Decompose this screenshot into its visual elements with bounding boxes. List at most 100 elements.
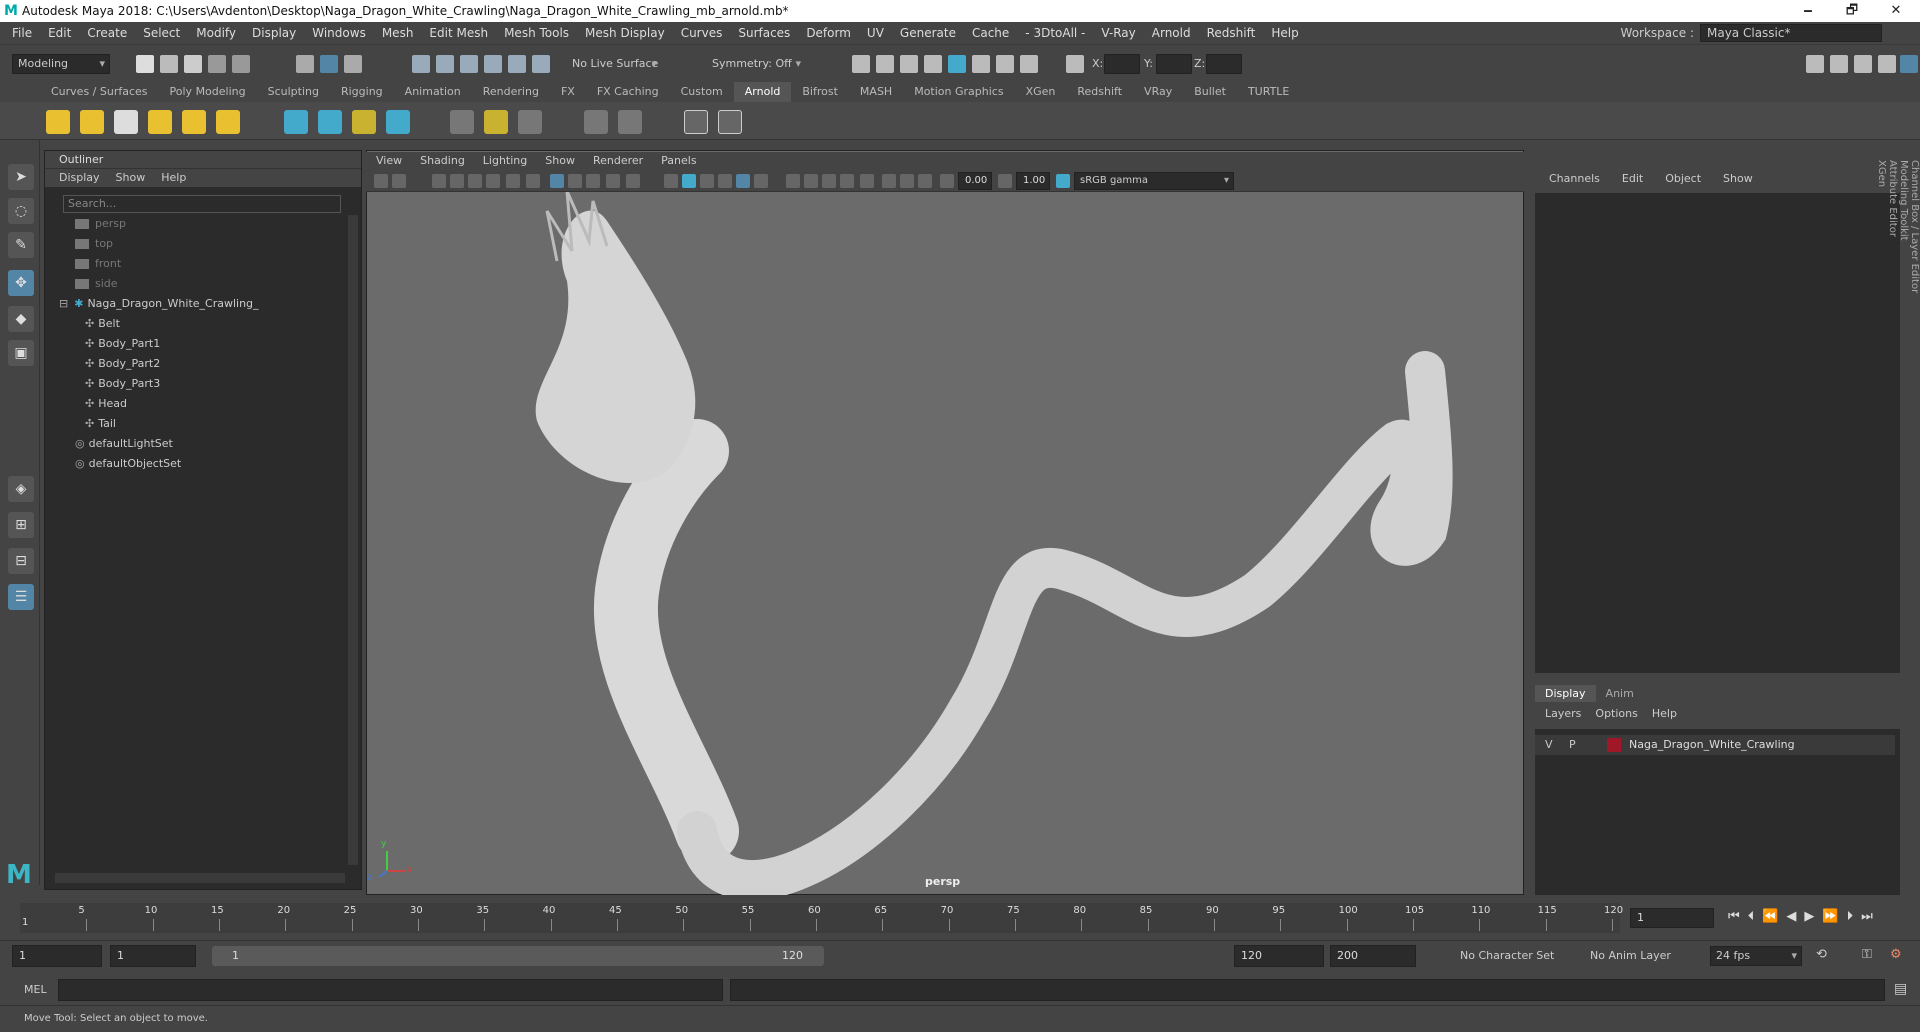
fps-dropdown[interactable]: 24 fps	[1710, 946, 1802, 966]
channel-box-icon[interactable]	[1900, 55, 1918, 73]
step-forward-icon[interactable]: ⏵	[1847, 909, 1854, 924]
film-gate-icon[interactable]	[486, 174, 500, 188]
light-portal-icon[interactable]	[182, 110, 206, 134]
time-slider[interactable]: 1 1 ⏮ ⏴ ⏪ ◀ ▶ ⏩ ⏵ ⏭ 5 10 15 20 25 30 35 40 45 50 5…	[0, 895, 1920, 940]
mesh-light-icon[interactable]	[80, 110, 104, 134]
export-standin-icon[interactable]	[318, 110, 342, 134]
shelf-tab-rendering[interactable]: Rendering	[472, 82, 550, 102]
viewport-menu-panels[interactable]: Panels	[661, 152, 696, 170]
go-to-end-icon[interactable]: ⏭	[1861, 909, 1873, 924]
xray-components-icon[interactable]	[918, 174, 932, 188]
camera-attributes-icon[interactable]	[392, 174, 406, 188]
menu-mesh-tools[interactable]: Mesh Tools	[496, 26, 577, 40]
safe-title-icon[interactable]	[606, 174, 620, 188]
grid-toggle-icon[interactable]	[550, 174, 564, 188]
outliner-search-input[interactable]: Search...	[63, 195, 341, 213]
tool-settings-icon[interactable]	[1878, 55, 1896, 73]
select-tool-icon[interactable]: ➤	[8, 164, 34, 190]
outliner-item-default-light-set[interactable]: ◎ defaultLightSet	[75, 435, 173, 453]
shelf-tab-mash[interactable]: MASH	[849, 82, 903, 102]
snap-view-icon[interactable]	[484, 55, 502, 73]
outliner-item-side[interactable]: side	[75, 275, 118, 293]
menu-3dtoall[interactable]: - 3DtoAll -	[1017, 26, 1093, 40]
field-chart-icon[interactable]	[568, 174, 582, 188]
start-frame-field[interactable]: 1	[12, 945, 102, 967]
undo-icon[interactable]	[208, 55, 226, 73]
color-space-dropdown[interactable]: sRGB gamma	[1074, 172, 1234, 190]
x-field[interactable]	[1104, 54, 1140, 74]
render-view-icon[interactable]	[972, 55, 990, 73]
channel-box-menu-channels[interactable]: Channels	[1549, 172, 1600, 192]
preferences-icon[interactable]: ⚙	[1890, 947, 1902, 962]
isolate-select-icon[interactable]	[860, 174, 874, 188]
layer-menu-help[interactable]: Help	[1652, 707, 1677, 720]
flush-all-icon[interactable]	[518, 110, 542, 134]
save-scene-icon[interactable]	[184, 55, 202, 73]
layer-tab-display[interactable]: Display	[1535, 685, 1596, 702]
menu-vray[interactable]: V-Ray	[1093, 26, 1143, 40]
shelf-tab-redshift[interactable]: Redshift	[1066, 82, 1133, 102]
paint-select-icon[interactable]: ✎	[8, 232, 34, 258]
play-render-icon[interactable]	[718, 110, 742, 134]
new-scene-icon[interactable]	[136, 55, 154, 73]
anim-layer-dropdown[interactable]: No Anim Layer	[1590, 949, 1671, 962]
gamma-icon[interactable]	[998, 174, 1012, 188]
layer-menu-options[interactable]: Options	[1595, 707, 1637, 720]
layer-color-swatch[interactable]	[1607, 738, 1621, 752]
bookmark-icon[interactable]	[432, 174, 446, 188]
xray-icon[interactable]	[882, 174, 896, 188]
layer-playback-toggle[interactable]: P	[1569, 738, 1576, 751]
auto-key-icon[interactable]: ⚿	[1862, 947, 1872, 962]
ipr-render-icon[interactable]	[876, 55, 894, 73]
single-view-icon[interactable]: ◈	[8, 476, 34, 502]
standin-icon[interactable]	[284, 110, 308, 134]
skydome-light-icon[interactable]	[148, 110, 172, 134]
render-frame-icon[interactable]	[852, 55, 870, 73]
color-management-icon[interactable]	[1056, 174, 1070, 188]
workspace-dropdown[interactable]: Maya Classic*	[1700, 24, 1882, 42]
rotate-tool-icon[interactable]: ◆	[8, 306, 34, 332]
outliner-item-default-object-set[interactable]: ◎ defaultObjectSet	[75, 455, 181, 473]
use-all-lights-icon[interactable]	[736, 174, 750, 188]
outliner-item-body-part3[interactable]: ✣ Body_Part3	[85, 375, 160, 393]
outliner-menu-display[interactable]: Display	[59, 169, 100, 187]
shelf-tab-arnold[interactable]: Arnold	[733, 82, 792, 102]
outliner-item-top[interactable]: top	[75, 235, 113, 253]
channel-box-menu-show[interactable]: Show	[1723, 172, 1753, 192]
textured-icon[interactable]	[718, 174, 732, 188]
menu-redshift[interactable]: Redshift	[1199, 26, 1264, 40]
menu-generate[interactable]: Generate	[892, 26, 964, 40]
loop-icon[interactable]: ⟲	[1816, 947, 1827, 962]
viewport-menu-show[interactable]: Show	[545, 152, 575, 170]
layer-tab-anim[interactable]: Anim	[1596, 685, 1644, 702]
menu-curves[interactable]: Curves	[673, 26, 731, 40]
volume-icon[interactable]	[352, 110, 376, 134]
modeling-toolkit-icon[interactable]	[1806, 55, 1824, 73]
exposure-field[interactable]: 0.00	[958, 172, 992, 190]
play-backwards-icon[interactable]: ◀	[1786, 909, 1796, 924]
menu-display[interactable]: Display	[244, 26, 304, 40]
render-view-icon[interactable]	[684, 110, 708, 134]
transform-constraint-icon[interactable]	[1066, 55, 1084, 73]
menu-mesh-display[interactable]: Mesh Display	[577, 26, 673, 40]
menu-uv[interactable]: UV	[859, 26, 892, 40]
minimize-button[interactable]: 🗕	[1786, 0, 1830, 22]
viewport-menu-lighting[interactable]: Lighting	[483, 152, 527, 170]
grid-icon[interactable]	[468, 174, 482, 188]
menu-modify[interactable]: Modify	[188, 26, 244, 40]
outliner-item-front[interactable]: front	[75, 255, 121, 273]
current-frame-field[interactable]: 1	[1630, 908, 1714, 928]
pause-icon[interactable]	[1020, 55, 1038, 73]
end-frame-field[interactable]: 200	[1330, 945, 1416, 967]
outliner-item-belt[interactable]: ✣ Belt	[85, 315, 120, 333]
menu-select[interactable]: Select	[135, 26, 188, 40]
batch-render-icon[interactable]	[996, 55, 1014, 73]
snap-surface-icon[interactable]	[508, 55, 526, 73]
y-field[interactable]	[1156, 54, 1192, 74]
scale-tool-icon[interactable]: ▣	[8, 340, 34, 366]
menu-edit-mesh[interactable]: Edit Mesh	[421, 26, 496, 40]
viewport-panel[interactable]: y x z persp	[366, 150, 1524, 896]
hypershade-icon[interactable]	[924, 55, 942, 73]
shelf-tab-sculpting[interactable]: Sculpting	[257, 82, 330, 102]
flush-textures-icon[interactable]	[450, 110, 474, 134]
